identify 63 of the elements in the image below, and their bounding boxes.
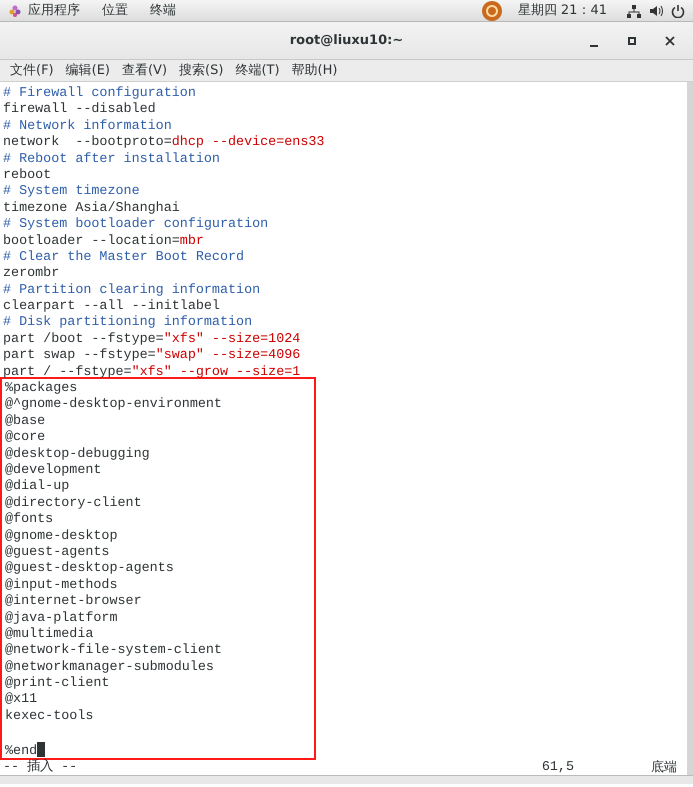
code-line: bootloader --location=mbr	[2, 234, 205, 250]
menu-item[interactable]: 终端(T)	[229, 60, 286, 81]
network-icon[interactable]	[627, 4, 641, 18]
menu-item[interactable]: 帮助(H)	[286, 60, 344, 81]
code-line: part / --fstype="xfs" --grow --size=1	[2, 364, 302, 381]
top-menu[interactable]: 应用程序	[28, 0, 80, 22]
code-line: @internet-browser	[4, 594, 143, 610]
code-line: @multimedia	[4, 626, 94, 643]
code-line: @java-platform	[4, 610, 118, 627]
code-line: network --bootproto=dhcp --device=ens33	[2, 135, 326, 152]
maximize-icon	[626, 34, 638, 46]
code-line: @network-file-system-client	[4, 643, 223, 660]
code-line: @fonts	[4, 512, 54, 529]
code-line: @^gnome-desktop-environment	[4, 397, 223, 414]
code-line: @core	[4, 430, 46, 447]
code-line: @x11	[4, 692, 38, 709]
menu-item[interactable]: 文件(F)	[4, 60, 60, 81]
mode-indicator: -- 插入 --	[2, 760, 78, 775]
menu-item[interactable]: 查看(V)	[116, 60, 174, 81]
top-menu[interactable]: 位置	[102, 0, 128, 22]
code-line: # Partition clearing information	[2, 282, 262, 299]
cursor-position: 61,5	[542, 760, 574, 775]
user-avatar-icon[interactable]	[482, 0, 502, 20]
code-line: timezone Asia/Shanghai	[2, 200, 181, 217]
code-line: @networkmanager-submodules	[4, 660, 215, 676]
code-line: # Network information	[2, 118, 173, 135]
scrollbar[interactable]	[0, 775, 693, 784]
close-icon	[664, 34, 676, 46]
code-line: @guest-agents	[4, 544, 110, 561]
code-line: %packages	[4, 381, 78, 397]
code-line: @dial-up	[4, 479, 70, 496]
code-line: # System bootloader configuration	[2, 217, 270, 234]
code-line: # Disk partitioning information	[2, 315, 254, 332]
clock[interactable]: 星期四 21：41	[518, 0, 607, 22]
code-line: @development	[4, 462, 102, 479]
scroll-position: 底端	[651, 760, 677, 775]
code-line: part swap --fstype="swap" --size=4096	[2, 348, 302, 365]
code-line: kexec-tools	[4, 708, 94, 726]
top-menu[interactable]: 终端	[150, 0, 176, 22]
window-title: root@liuxu10:~	[290, 32, 404, 48]
minimize-icon	[590, 44, 598, 46]
code-line: @directory-client	[4, 496, 143, 512]
code-line: firewall --disabled	[2, 102, 157, 119]
power-icon[interactable]	[671, 4, 685, 18]
volume-icon[interactable]	[649, 4, 663, 18]
code-line: @input-methods	[4, 578, 118, 594]
code-line: %end	[2, 742, 314, 758]
apps-icon[interactable]	[8, 4, 22, 18]
menu-item[interactable]: 编辑(E)	[60, 60, 116, 81]
code-line: @print-client	[4, 676, 110, 692]
code-line: # Clear the Master Boot Record	[2, 250, 246, 266]
code-line: @base	[4, 414, 46, 430]
code-line: part /boot --fstype="xfs" --size=1024	[2, 332, 302, 348]
code-line: @guest-desktop-agents	[4, 561, 175, 578]
code-line: reboot	[2, 168, 52, 184]
code-line: @desktop-debugging	[4, 446, 151, 463]
code-line: @gnome-desktop	[4, 528, 118, 545]
code-line: # Reboot after installation	[2, 152, 221, 168]
code-line: # Firewall configuration	[2, 86, 197, 102]
code-line: zerombr	[2, 266, 60, 283]
menu-item[interactable]: 搜索(S)	[173, 60, 230, 81]
code-line: # System timezone	[2, 184, 141, 201]
code-line: clearpart --all --initlabel	[2, 299, 221, 315]
